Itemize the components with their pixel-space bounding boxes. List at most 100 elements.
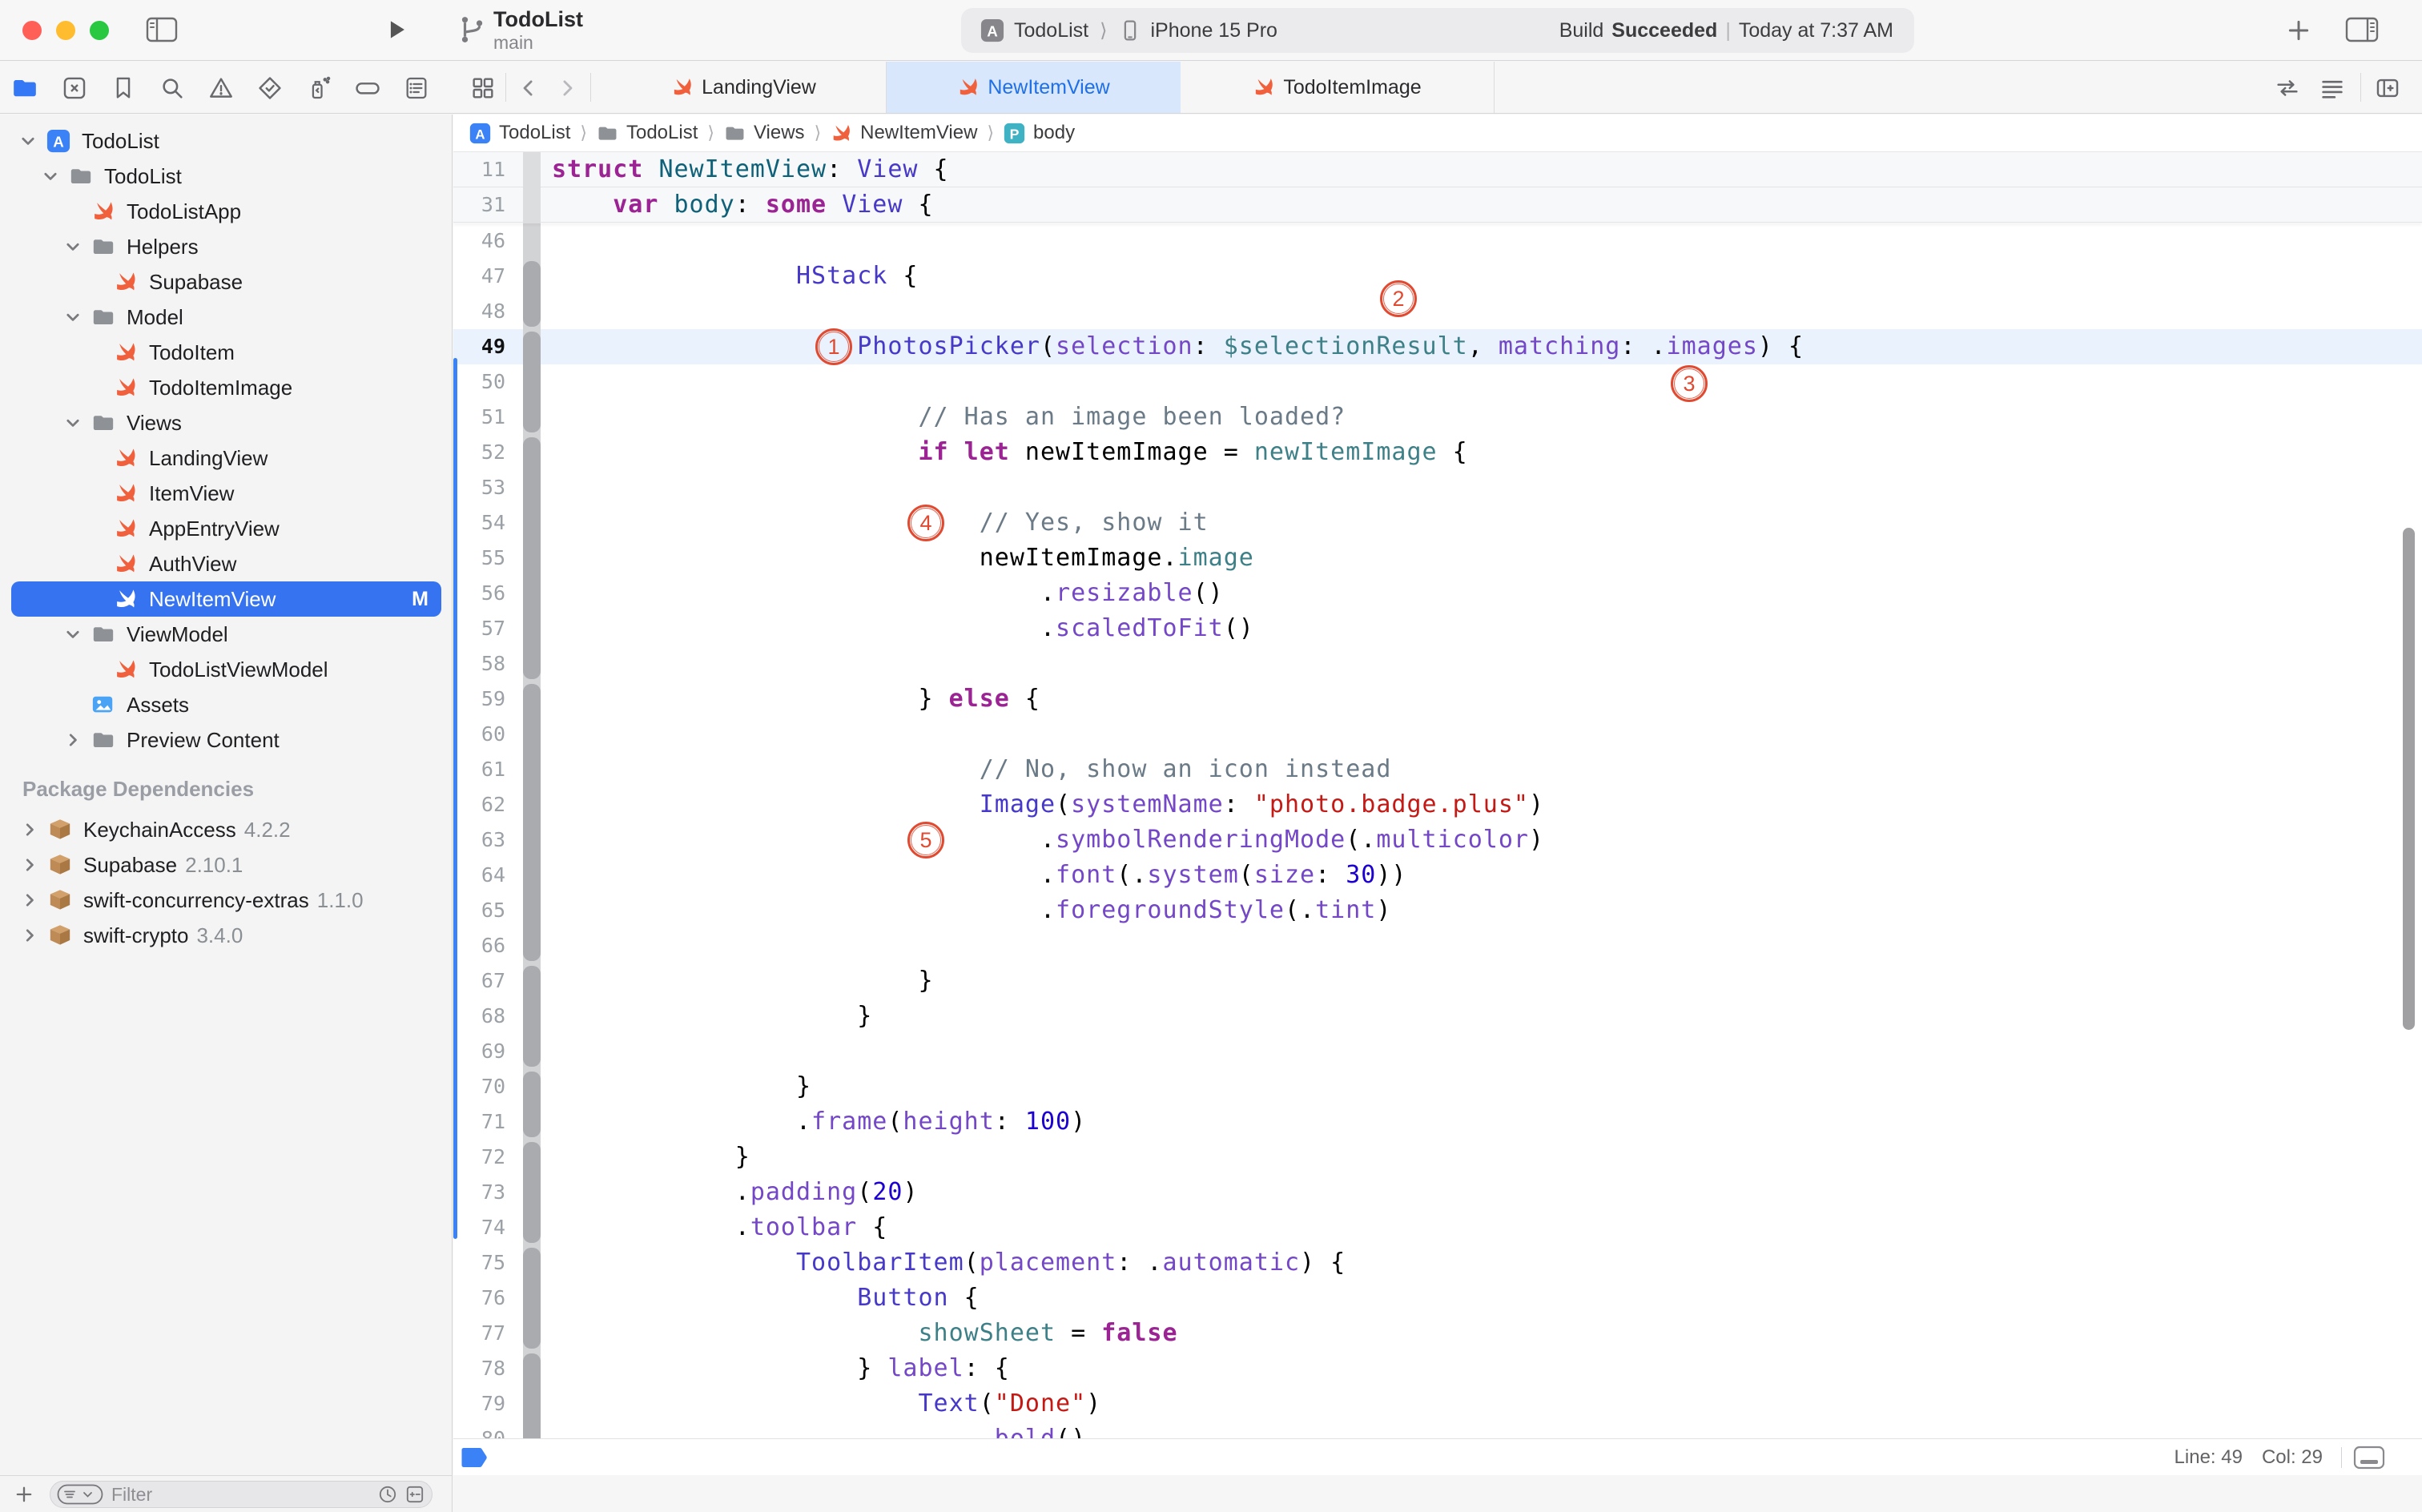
code-line-73[interactable]: 73 .padding(20) [453, 1175, 2422, 1210]
breadcrumb-item-body[interactable]: body [1004, 122, 1075, 144]
editor-scrollbar[interactable] [2403, 528, 2415, 1030]
code-line-60[interactable]: 60 [453, 717, 2422, 752]
minimap-toggle-icon[interactable] [2353, 1446, 2385, 1470]
code-line-53[interactable]: 53 [453, 470, 2422, 505]
code-line-63[interactable]: 63 .symbolRenderingMode(.multicolor) [453, 822, 2422, 858]
sidebar-item-TodoList[interactable]: TodoList [0, 123, 453, 159]
sidebar-item-Assets[interactable]: Assets [0, 687, 453, 722]
new-tab-button[interactable] [2286, 18, 2311, 43]
scheme-destination[interactable]: TodoList ⟩ iPhone 15 Pro [961, 18, 1277, 42]
tab-TodoItemImage[interactable]: TodoItemImage [1181, 62, 1495, 113]
package-row-swift-crypto[interactable]: swift-crypto3.4.0 [0, 918, 453, 953]
disclosure-down-icon[interactable] [64, 414, 82, 432]
sidebar-item-TodoItemImage[interactable]: TodoItemImage [0, 370, 453, 405]
recent-files-filter-icon[interactable] [377, 1484, 398, 1505]
scheme-selector-pill[interactable]: TodoList ⟩ iPhone 15 Pro Build Succeeded… [961, 8, 1914, 53]
package-row-KeychainAccess[interactable]: KeychainAccess4.2.2 [0, 812, 453, 847]
code-line-70[interactable]: 70 } [453, 1069, 2422, 1104]
breadcrumb-item-NewItemView[interactable]: NewItemView [831, 122, 977, 144]
go-forward-button[interactable] [555, 76, 579, 100]
disclosure-down-icon[interactable] [42, 167, 59, 185]
disclosure-right-icon[interactable] [21, 891, 38, 909]
sidebar-item-Helpers[interactable]: Helpers [0, 229, 453, 264]
sidebar-item-AuthView[interactable]: AuthView [0, 546, 453, 581]
disclosure-right-icon[interactable] [21, 821, 38, 838]
go-back-button[interactable] [517, 76, 541, 100]
breakpoints-toggle-icon[interactable] [460, 1446, 493, 1469]
code-line-52[interactable]: 52 if let newItemImage = newItemImage { [453, 435, 2422, 470]
package-row-swift-concurrency-extras[interactable]: swift-concurrency-extras1.1.0 [0, 883, 453, 918]
add-file-button[interactable] [13, 1483, 35, 1506]
project-navigator-icon[interactable] [11, 74, 38, 102]
code-line-74[interactable]: 74 .toolbar { [453, 1210, 2422, 1245]
code-line-46[interactable]: 46 [453, 223, 2422, 259]
sidebar-item-NewItemView[interactable]: NewItemViewM [0, 581, 453, 617]
disclosure-down-icon[interactable] [19, 132, 37, 150]
issue-navigator-icon[interactable] [207, 74, 235, 102]
disclosure-right-icon[interactable] [64, 731, 82, 749]
code-review-icon[interactable] [2274, 74, 2301, 102]
code-line-50[interactable]: 50 [453, 364, 2422, 400]
tab-NewItemView[interactable]: NewItemView [887, 62, 1181, 113]
code-line-77[interactable]: 77 showSheet = false [453, 1316, 2422, 1351]
code-line-51[interactable]: 51 // Has an image been loaded? [453, 400, 2422, 435]
code-line-66[interactable]: 66 [453, 928, 2422, 963]
sticky-line-31[interactable]: 31 var body: some View { [453, 187, 2422, 223]
source-control-filter-icon[interactable] [404, 1484, 425, 1505]
source-editor[interactable]: TodoList⟩TodoList⟩Views⟩NewItemView⟩body… [453, 115, 2422, 1475]
code-line-72[interactable]: 72 } [453, 1140, 2422, 1175]
adjust-editor-options-icon[interactable] [2319, 74, 2346, 102]
code-line-76[interactable]: 76 Button { [453, 1281, 2422, 1316]
code-line-78[interactable]: 78 } label: { [453, 1351, 2422, 1386]
zoom-window-button[interactable] [90, 21, 109, 40]
disclosure-right-icon[interactable] [21, 856, 38, 874]
sidebar-item-Preview-Content[interactable]: Preview Content [0, 722, 453, 758]
sidebar-item-ViewModel[interactable]: ViewModel [0, 617, 453, 652]
sidebar-item-TodoList[interactable]: TodoList [0, 159, 453, 194]
disclosure-down-icon[interactable] [64, 308, 82, 326]
disclosure-right-icon[interactable] [21, 927, 38, 944]
tab-LandingView[interactable]: LandingView [601, 62, 887, 113]
sidebar-item-TodoListViewModel[interactable]: TodoListViewModel [0, 652, 453, 687]
code-scroll-area[interactable]: 4647 HStack {4849 PhotosPicker(selection… [453, 223, 2422, 1439]
disclosure-down-icon[interactable] [64, 625, 82, 643]
code-line-55[interactable]: 55 newItemImage.image [453, 541, 2422, 576]
sidebar-item-TodoListApp[interactable]: TodoListApp [0, 194, 453, 229]
code-line-64[interactable]: 64 .font(.system(size: 30)) [453, 858, 2422, 893]
code-line-48[interactable]: 48 [453, 294, 2422, 329]
disclosure-down-icon[interactable] [64, 238, 82, 255]
sidebar-item-Supabase[interactable]: Supabase [0, 264, 453, 300]
code-line-47[interactable]: 47 HStack { [453, 259, 2422, 294]
sidebar-item-Views[interactable]: Views [0, 405, 453, 440]
sidebar-item-LandingView[interactable]: LandingView [0, 440, 453, 476]
sticky-line-11[interactable]: 11struct NewItemView: View { [453, 152, 2422, 187]
related-items-icon[interactable] [470, 75, 496, 101]
code-line-61[interactable]: 61 // No, show an icon instead [453, 752, 2422, 787]
code-line-59[interactable]: 59 } else { [453, 682, 2422, 717]
code-line-58[interactable]: 58 [453, 646, 2422, 682]
run-button[interactable] [383, 14, 410, 45]
sidebar-item-ItemView[interactable]: ItemView [0, 476, 453, 511]
sidebar-item-Model[interactable]: Model [0, 300, 453, 335]
close-window-button[interactable] [22, 21, 42, 40]
code-line-57[interactable]: 57 .scaledToFit() [453, 611, 2422, 646]
scheme-project-block[interactable]: TodoList main [458, 6, 583, 53]
code-line-67[interactable]: 67 } [453, 963, 2422, 999]
code-line-62[interactable]: 62 Image(systemName: "photo.badge.plus") [453, 787, 2422, 822]
report-navigator-icon[interactable] [403, 74, 430, 102]
code-line-79[interactable]: 79 Text("Done") [453, 1386, 2422, 1422]
filter-options-icon[interactable] [57, 1484, 103, 1505]
debug-navigator-icon[interactable] [305, 74, 332, 102]
code-line-75[interactable]: 75 ToolbarItem(placement: .automatic) { [453, 1245, 2422, 1281]
code-line-69[interactable]: 69 [453, 1034, 2422, 1069]
sidebar-item-AppEntryView[interactable]: AppEntryView [0, 511, 453, 546]
code-line-80[interactable]: 80 .bold() [453, 1422, 2422, 1439]
code-line-56[interactable]: 56 .resizable() [453, 576, 2422, 611]
cursor-col-indicator[interactable]: Col: 29 [2262, 1446, 2323, 1469]
filter-input[interactable]: Filter [50, 1481, 432, 1508]
cursor-line-indicator[interactable]: Line: 49 [2175, 1446, 2243, 1469]
sticky-declaration-header[interactable]: 11struct NewItemView: View {31 var body:… [453, 152, 2422, 223]
test-navigator-icon[interactable] [256, 74, 284, 102]
breadcrumb-item-TodoList[interactable]: TodoList [597, 122, 698, 144]
activity-status[interactable]: Build Succeeded | Today at 7:37 AM [1559, 19, 1914, 42]
